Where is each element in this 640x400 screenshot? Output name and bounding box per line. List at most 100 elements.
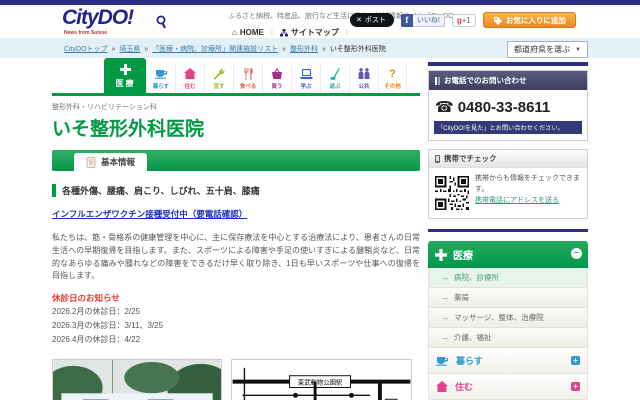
breadcrumb-link-category[interactable]: 「医療・病院、診療所」関連施設リスト bbox=[152, 46, 278, 53]
x-post-button[interactable]: ✕ ポスト bbox=[350, 13, 394, 27]
tab-public[interactable]: 公共 bbox=[349, 64, 378, 93]
tab-label: 直す bbox=[213, 84, 225, 90]
breadcrumb-link-orthopedics[interactable]: 整形外科 bbox=[290, 46, 318, 53]
golf-club-icon bbox=[321, 66, 349, 81]
tab-label: 住む bbox=[184, 84, 196, 90]
teacup-icon bbox=[147, 66, 175, 81]
basic-info-label: 基本情報 bbox=[101, 157, 136, 167]
breadcrumb-separator: » bbox=[282, 46, 287, 53]
site-header: CityDO! News from Suisse ふるさと納税、特産品、旅行など… bbox=[0, 5, 640, 38]
sidebar-top-bar bbox=[428, 62, 588, 66]
home-link[interactable]: ⌂ HOME bbox=[232, 28, 264, 37]
breadcrumb-link-prefecture[interactable]: 埼玉県 bbox=[119, 46, 140, 53]
x-icon: ✕ bbox=[356, 17, 362, 24]
nav-separator: | bbox=[270, 28, 273, 37]
phone-number: ☎ 0480-33-8611 bbox=[429, 90, 587, 121]
expand-plus-icon[interactable]: + bbox=[571, 382, 580, 391]
phone-inquiry-box: お電話でのお問い合わせ ☎ 0480-33-8611 「CityDO!を見た」と… bbox=[428, 70, 588, 141]
house-icon bbox=[176, 66, 204, 81]
fork-knife-icon bbox=[234, 66, 262, 81]
flu-vaccine-link[interactable]: インフルエンザワクチン接種受付中（要電話確認） bbox=[52, 208, 247, 220]
sitemap-label: サイトマップ bbox=[290, 28, 339, 37]
tab-living[interactable]: 暮らす bbox=[146, 64, 175, 93]
clinic-images: 東武動物公園駅 bbox=[52, 359, 420, 400]
arrow-icon: → bbox=[441, 333, 449, 342]
send-address-link[interactable]: 携帯電話にアドレスを送る bbox=[475, 197, 559, 204]
tab-other[interactable]: ? その他 bbox=[378, 64, 407, 93]
sidebar: お電話でのお問い合わせ ☎ 0480-33-8611 「CityDO!を見た」と… bbox=[428, 62, 588, 400]
facebook-like-button[interactable]: f いいね! bbox=[400, 13, 445, 27]
post-label: ポスト bbox=[364, 17, 386, 24]
sub-item-label: 病院、診療所 bbox=[454, 273, 499, 282]
access-map: 東武動物公園駅 bbox=[231, 359, 412, 400]
magnifier-icon bbox=[156, 15, 168, 29]
phone-header-label: お電話でのお問い合わせ bbox=[444, 76, 527, 85]
tab-label: その他 bbox=[384, 84, 401, 90]
tab-label: 遊ぶ bbox=[329, 84, 341, 90]
tab-learn[interactable]: 学ぶ bbox=[291, 64, 320, 93]
info-tab-bar: 基本情報 bbox=[52, 150, 420, 171]
sidebar-item-pharmacy[interactable]: → 薬局 bbox=[428, 288, 588, 308]
specialties-text: 各種外傷、腰痛、肩こり、しびれ、五十肩、膝痛 bbox=[52, 184, 420, 197]
sidebar-item-medical[interactable]: 医療 − bbox=[428, 241, 588, 268]
nav-separator: | bbox=[345, 28, 348, 37]
home-label: HOME bbox=[239, 28, 264, 37]
header-nav: ⌂ HOME | サイトマップ | bbox=[232, 27, 348, 38]
tab-basic-info[interactable]: 基本情報 bbox=[74, 153, 148, 171]
tab-repair[interactable]: 直す bbox=[204, 64, 233, 93]
breadcrumb-separator: » bbox=[111, 46, 116, 53]
clinic-description: 私たちは、筋・骨格系の健康管理を中心に、主に保存療法を中心とする治療法により、患… bbox=[52, 233, 420, 281]
prefecture-select-label: 都道府県を選ぶ bbox=[514, 45, 571, 54]
tab-label: 医療 bbox=[115, 79, 136, 88]
people-icon bbox=[350, 66, 378, 81]
prefecture-select-button[interactable]: 都道府県を選ぶ ▼ bbox=[507, 41, 588, 58]
breadcrumb-link-top[interactable]: CityDOトップ bbox=[64, 46, 108, 53]
tab-eat[interactable]: 食べる bbox=[233, 64, 262, 93]
sidebar-item-live[interactable]: 住む + bbox=[428, 374, 588, 400]
wrench-icon bbox=[205, 66, 233, 81]
tab-label: 公共 bbox=[358, 84, 370, 90]
favorite-label: お気に入りに追加 bbox=[505, 15, 566, 25]
tab-medical[interactable]: 医療 bbox=[104, 58, 146, 93]
category-label: 暮らす bbox=[456, 356, 483, 366]
like-label: いいね! bbox=[412, 13, 445, 27]
sidebar-item-nursing[interactable]: → 介護、福祉 bbox=[428, 328, 588, 348]
sidebar-divider bbox=[428, 229, 588, 232]
mobile-phone-icon bbox=[435, 154, 440, 163]
expand-plus-icon[interactable]: + bbox=[571, 356, 580, 365]
closed-day-line: 2026.2月の休診日：2/25 bbox=[52, 307, 141, 317]
breadcrumb: CityDOトップ » 埼玉県 » 「医療・病院、診療所」関連施設リスト » 整… bbox=[62, 44, 386, 54]
mobile-text: 携帯からも情報をチェックできます。 bbox=[475, 175, 581, 193]
phone-box-header: お電話でのお問い合わせ bbox=[429, 71, 587, 90]
house-icon bbox=[436, 381, 448, 392]
closed-day-line: 2026.3月の休診日：3/11、3/25 bbox=[52, 321, 164, 331]
phone-note-badge: 「CityDO!を見た」とお問い合わせください。 bbox=[434, 121, 582, 134]
add-favorite-button[interactable]: お気に入りに追加 bbox=[482, 12, 576, 28]
tab-live[interactable]: 住む bbox=[175, 64, 204, 93]
arrow-icon: → bbox=[441, 313, 449, 322]
google-plus-one-button[interactable]: g+1 bbox=[451, 13, 476, 27]
sitemap-link[interactable]: サイトマップ bbox=[279, 27, 339, 38]
mobile-box-header: 携帯でチェック bbox=[429, 150, 587, 168]
medical-cross-icon bbox=[105, 62, 146, 77]
basket-icon bbox=[263, 66, 291, 81]
teacup-icon bbox=[436, 355, 449, 366]
collapse-toggle-icon[interactable]: − bbox=[571, 248, 582, 259]
page-title: いそ整形外科医院 bbox=[52, 119, 205, 140]
tab-buy[interactable]: 買う bbox=[262, 64, 291, 93]
sub-item-label: マッサージ、整体、治療院 bbox=[454, 313, 544, 322]
sidebar-item-living[interactable]: 暮らす + bbox=[428, 348, 588, 374]
home-icon: ⌂ bbox=[232, 28, 237, 37]
breadcrumb-separator: » bbox=[321, 46, 326, 53]
sidebar-medical-label: 医療 bbox=[453, 251, 473, 262]
sidebar-item-hospitals[interactable]: → 病院、診療所 bbox=[428, 268, 588, 288]
tab-play[interactable]: 遊ぶ bbox=[320, 64, 349, 93]
arrow-icon: → bbox=[441, 273, 449, 282]
sidebar-item-massage[interactable]: → マッサージ、整体、治療院 bbox=[428, 308, 588, 328]
breadcrumb-current: いそ整形外科医院 bbox=[329, 46, 386, 53]
sub-item-label: 介護、福祉 bbox=[454, 333, 492, 342]
tag-icon bbox=[493, 16, 502, 25]
citydo-logo[interactable]: CityDO! News from Suisse bbox=[62, 6, 182, 36]
bars-icon bbox=[435, 76, 440, 85]
logo-tagline: News from Suisse bbox=[64, 30, 108, 36]
